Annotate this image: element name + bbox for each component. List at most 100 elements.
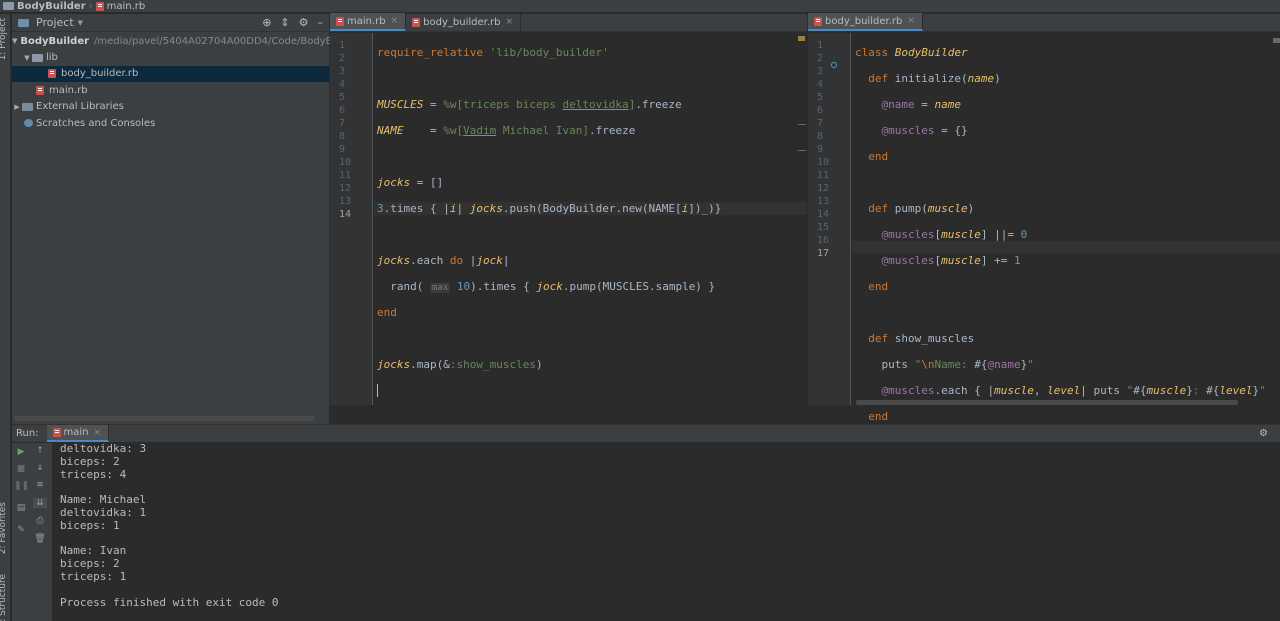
run-toolbar: ▶ ■ ❚❚ ▤ ✎ ↑ ↓ ≡ ⇊ ⎙ 🗑: [12, 443, 52, 621]
line-number-gutter: 1 2 3 4 5 6 7 8 9 10 11 12 13 14: [330, 33, 373, 405]
trash-icon[interactable]: 🗑: [33, 534, 47, 544]
tree-item-path: /media/pavel/5404A02704A00DD4/Code/BodyB…: [94, 35, 361, 47]
line-number: 14: [339, 209, 352, 220]
line-number: 5: [339, 92, 346, 103]
expand-arrow-icon[interactable]: ▼: [22, 54, 32, 62]
tab-run-main[interactable]: main ×: [46, 425, 110, 442]
ruby-file-icon: [95, 1, 104, 11]
tree-item-lib[interactable]: ▼ lib: [12, 49, 329, 65]
scroll-to-end-icon[interactable]: ⇊: [33, 498, 47, 508]
rerun-icon[interactable]: ▶: [14, 447, 28, 457]
pause-icon[interactable]: ❚❚: [14, 481, 29, 491]
line-number: 3: [817, 66, 824, 77]
folder-icon: [3, 2, 14, 10]
tab-main-rb[interactable]: main.rb ×: [330, 13, 407, 31]
horizontal-scrollbar[interactable]: [856, 400, 1238, 405]
console-output[interactable]: deltovidka: 3 biceps: 2 triceps: 4 Name: M…: [60, 442, 279, 609]
tree-item-external-libraries[interactable]: ▶ External Libraries: [12, 99, 329, 115]
up-arrow-icon[interactable]: ↑: [33, 446, 47, 456]
locate-icon[interactable]: ⊕: [262, 16, 271, 29]
line-number: 7: [339, 118, 346, 129]
ruby-file-icon: [412, 17, 421, 27]
line-number: 8: [339, 131, 346, 142]
tab-label: main.rb: [347, 15, 386, 27]
run-label: Run:: [16, 428, 39, 439]
tree-item-bodybuilder[interactable]: ▼ BodyBuilder /media/pavel/5404A02704A00…: [12, 33, 361, 49]
tab-body-builder-rb[interactable]: body_builder.rb ×: [406, 13, 522, 31]
navigation-bar: BodyBuilder › main.rb: [0, 0, 1280, 13]
line-number: 17: [817, 248, 830, 259]
gear-icon[interactable]: ⚙: [1259, 428, 1268, 439]
close-icon[interactable]: ×: [391, 16, 399, 26]
soft-wrap-icon[interactable]: ≡: [33, 480, 47, 490]
tree-item-label: External Libraries: [36, 101, 124, 113]
scratches-icon: [24, 119, 33, 128]
line-number: 9: [817, 144, 824, 155]
favorites-tool-tab[interactable]: 2: Favorites: [0, 502, 8, 554]
line-number: 12: [339, 183, 352, 194]
line-number: 4: [339, 79, 346, 90]
close-icon[interactable]: ×: [907, 16, 915, 26]
down-arrow-icon[interactable]: ↓: [33, 463, 47, 473]
console-line: biceps: 1: [60, 518, 120, 532]
line-number: 6: [339, 105, 346, 116]
line-number: 5: [817, 92, 824, 103]
method-override-icon[interactable]: [831, 62, 837, 68]
tree-item-body-builder-rb[interactable]: body_builder.rb: [12, 65, 329, 83]
horizontal-scrollbar[interactable]: [14, 416, 314, 421]
console-line: triceps: 1: [60, 569, 127, 583]
tab-body-builder-rb[interactable]: body_builder.rb ×: [808, 13, 923, 31]
project-panel-header: Project ▼ ⊕ ⇕ ⚙ –: [12, 14, 329, 32]
structure-tool-tab[interactable]: Z: Structure: [0, 574, 8, 621]
tree-item-label: main.rb: [49, 84, 88, 96]
line-number: 12: [817, 183, 830, 194]
console-line: triceps: 4: [60, 467, 127, 481]
line-number: 7: [817, 118, 824, 129]
breadcrumb-project[interactable]: BodyBuilder: [17, 1, 86, 12]
inspection-marker[interactable]: [798, 36, 805, 41]
expand-arrow-icon[interactable]: ▼: [12, 37, 17, 45]
line-number: 14: [817, 209, 830, 220]
line-number: 6: [817, 105, 824, 116]
breadcrumb-separator: ›: [88, 0, 93, 12]
line-number: 13: [817, 196, 830, 207]
line-number: 9: [339, 144, 346, 155]
scroll-marker: [798, 150, 806, 151]
line-number: 13: [339, 196, 352, 207]
tree-item-label: BodyBuilder: [20, 35, 90, 47]
ruby-file-icon: [48, 69, 56, 79]
editor-tab-bar: main.rb × body_builder.rb ×: [330, 13, 807, 32]
run-tool-window: Run: main × ⚙ ▶ ■ ❚❚ ▤ ✎ ↑ ↓ ≡ ⇊ ⎙ 🗑 del…: [12, 424, 1280, 621]
pin-icon[interactable]: ✎: [14, 525, 28, 535]
breadcrumb-file[interactable]: main.rb: [107, 1, 146, 12]
run-panel-header: Run: main × ⚙: [12, 425, 1280, 442]
print-icon[interactable]: ⎙: [33, 516, 47, 526]
tab-label: body_builder.rb: [423, 16, 501, 28]
layout-icon[interactable]: ▤: [14, 503, 28, 513]
collapse-icon[interactable]: ⇕: [280, 16, 289, 29]
tab-label: body_builder.rb: [825, 15, 903, 27]
ruby-run-icon: [52, 428, 61, 437]
gear-icon[interactable]: ⚙: [299, 16, 309, 29]
line-number: 1: [339, 40, 346, 51]
chevron-down-icon[interactable]: ▼: [78, 19, 83, 27]
line-number: 16: [817, 235, 830, 246]
project-panel-title[interactable]: Project: [36, 16, 74, 29]
line-number: 15: [817, 222, 830, 233]
close-icon[interactable]: ×: [94, 428, 102, 438]
left-tool-stripe: 1: Project 2: Favorites Z: Structure: [0, 14, 11, 621]
tree-item-scratches[interactable]: Scratches and Consoles: [12, 115, 329, 131]
close-icon[interactable]: ×: [505, 17, 513, 27]
console-line: deltovidka: 3: [60, 442, 147, 455]
tree-item-main-rb[interactable]: main.rb: [12, 82, 329, 98]
line-number: 3: [339, 66, 346, 77]
minimize-icon[interactable]: –: [318, 16, 324, 29]
line-number: 11: [817, 170, 830, 181]
code-area[interactable]: require_relative 'lib/body_builder' MUSC…: [377, 33, 721, 423]
project-tool-tab[interactable]: 1: Project: [0, 18, 8, 60]
scroll-marker: [1273, 38, 1280, 43]
ruby-file-icon: [814, 16, 822, 26]
expand-arrow-icon[interactable]: ▶: [12, 103, 22, 111]
stop-icon[interactable]: ■: [14, 464, 28, 474]
